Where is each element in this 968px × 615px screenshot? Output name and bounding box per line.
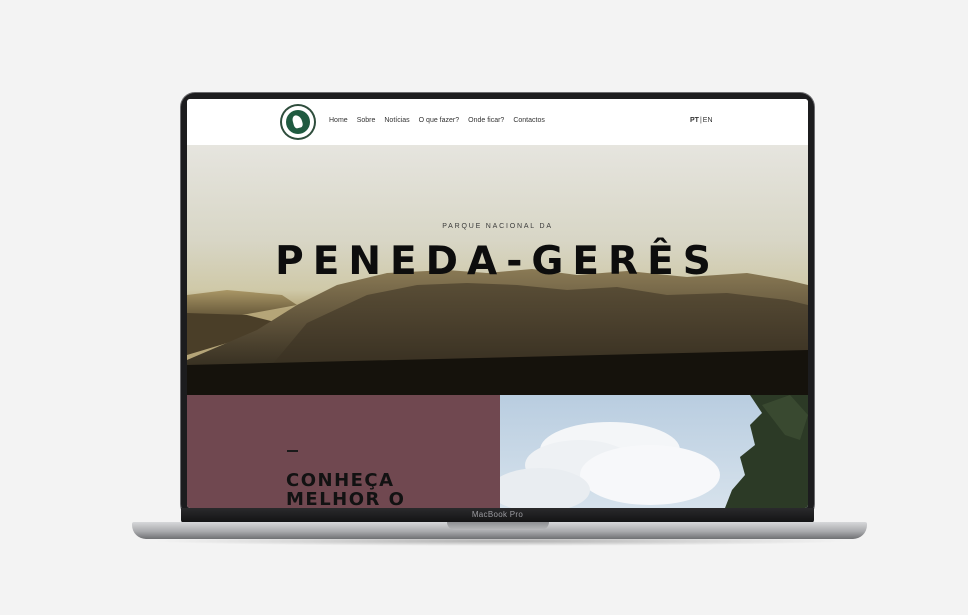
hero-subtitle: PARQUE NACIONAL DA bbox=[442, 223, 553, 230]
hero-banner: PARQUE NACIONAL DA PENEDA-GERÊS bbox=[187, 145, 808, 395]
park-logo-icon[interactable] bbox=[282, 106, 314, 138]
nav-o-que-fazer[interactable]: O que fazer? bbox=[419, 117, 459, 124]
intro-title-line2: MELHOR O bbox=[286, 489, 406, 508]
intro-title: CONHEÇA MELHOR O bbox=[286, 471, 405, 508]
intro-title-line1: CONHEÇA bbox=[286, 470, 395, 491]
nav-onde-ficar[interactable]: Onde ficar? bbox=[468, 117, 504, 124]
nav-sobre[interactable]: Sobre bbox=[357, 117, 376, 124]
clouds-trees-illustration bbox=[500, 395, 808, 508]
clouds-image bbox=[500, 395, 808, 508]
language-switch: PT|EN bbox=[690, 117, 713, 124]
site-header: Home Sobre Notícias O que fazer? Onde fi… bbox=[187, 99, 808, 146]
lang-en[interactable]: EN bbox=[703, 117, 713, 124]
laptop-screen: Home Sobre Notícias O que fazer? Onde fi… bbox=[187, 99, 808, 508]
lang-separator: | bbox=[699, 117, 702, 124]
hero-title: PENEDA-GERÊS bbox=[275, 239, 720, 284]
device-label: MacBook Pro bbox=[471, 510, 524, 519]
logo-emblem bbox=[286, 110, 310, 134]
lang-pt[interactable]: PT bbox=[690, 117, 699, 124]
laptop-hinge: MacBook Pro bbox=[181, 508, 814, 523]
nav-contactos[interactable]: Contactos bbox=[513, 117, 545, 124]
laptop-notch bbox=[447, 522, 549, 530]
title-dash bbox=[287, 450, 298, 452]
main-nav: Home Sobre Notícias O que fazer? Onde fi… bbox=[329, 117, 545, 124]
nav-home[interactable]: Home bbox=[329, 117, 348, 124]
intro-block: CONHEÇA MELHOR O bbox=[187, 395, 500, 508]
nav-noticias[interactable]: Notícias bbox=[384, 117, 409, 124]
